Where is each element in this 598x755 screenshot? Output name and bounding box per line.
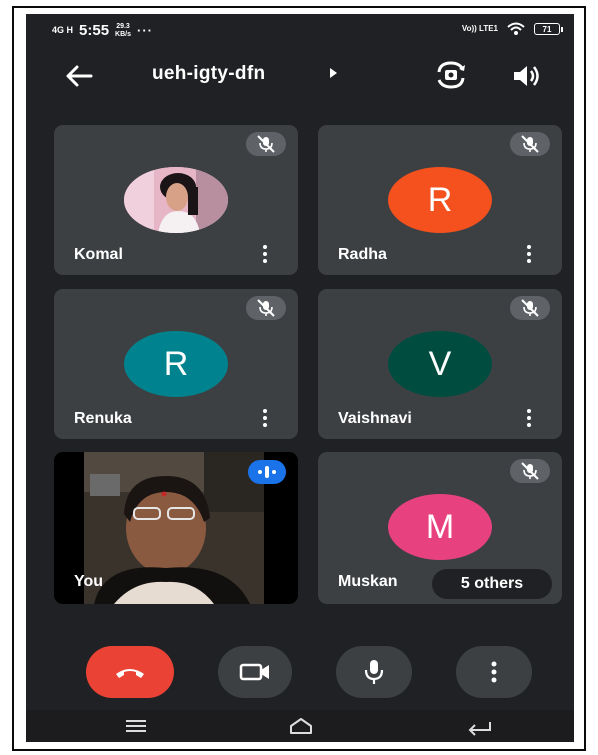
avatar-initial: R [124, 331, 228, 397]
meeting-code[interactable]: ueh-igty-dfn [152, 63, 265, 85]
participant-tile-komal[interactable]: Komal [54, 125, 298, 275]
more-options-button[interactable] [456, 646, 532, 698]
more-vert-icon [491, 661, 497, 683]
mic-off-icon [257, 135, 275, 153]
avatar-initial: V [388, 331, 492, 397]
mic-off-badge [246, 132, 286, 156]
camera-toggle-button[interactable] [218, 646, 292, 698]
more-notifications-icon: ··· [137, 23, 153, 38]
participant-tile-radha[interactable]: R Radha [318, 125, 562, 275]
back-arrow-icon[interactable] [64, 62, 94, 90]
participant-tile-muskan[interactable]: M Muskan 5 others [318, 452, 562, 604]
back-nav-icon[interactable] [466, 716, 494, 736]
participant-name: Komal [74, 246, 123, 263]
participant-name: You [74, 573, 104, 590]
participant-tile-vaishnavi[interactable]: V Vaishnavi [318, 289, 562, 439]
speaking-indicator [248, 460, 286, 484]
speaker-icon[interactable] [510, 62, 542, 90]
participant-tile-renuka[interactable]: R Renuka [54, 289, 298, 439]
mic-off-icon [521, 462, 539, 480]
videocam-icon [239, 663, 269, 681]
more-vert-icon[interactable] [260, 243, 270, 267]
avatar-photo [124, 167, 228, 233]
avatar-initial: M [388, 494, 492, 560]
volte-indicator: Vo)) LTE1 [461, 24, 498, 33]
mic-off-badge [510, 459, 550, 483]
mic-icon [364, 660, 384, 684]
mic-off-icon [521, 135, 539, 153]
participant-name: Muskan [338, 573, 398, 590]
mic-off-icon [257, 299, 275, 317]
mic-toggle-button[interactable] [336, 646, 412, 698]
others-chip[interactable]: 5 others [432, 569, 552, 599]
participant-name: Renuka [74, 410, 132, 427]
meeting-header: ueh-igty-dfn [26, 56, 574, 96]
call-controls [26, 646, 574, 706]
mic-off-badge [246, 296, 286, 320]
clock: 5:55 [79, 22, 110, 39]
more-vert-icon[interactable] [524, 407, 534, 431]
participant-name: Vaishnavi [338, 410, 412, 427]
mic-off-badge [510, 296, 550, 320]
more-vert-icon[interactable] [260, 407, 270, 431]
system-nav-bar [26, 710, 574, 742]
call-end-icon [116, 669, 144, 678]
camera-switch-icon[interactable] [434, 60, 468, 90]
end-call-button[interactable] [86, 646, 174, 698]
mic-off-badge [510, 132, 550, 156]
wifi-icon [507, 22, 525, 35]
battery-icon: 71 [534, 23, 563, 35]
self-video-tile[interactable]: You [54, 452, 298, 604]
phone-screen: 4G H 5:55 29.3 KB/s ··· Vo)) LTE1 71 ueh… [26, 14, 574, 742]
meeting-details-caret-icon[interactable] [330, 68, 337, 78]
audio-level-icon [258, 466, 276, 478]
network-indicator: 4G H [52, 25, 74, 35]
network-speed: 29.3 KB/s [115, 22, 131, 38]
avatar-initial: R [388, 167, 492, 233]
menu-icon[interactable] [124, 716, 148, 736]
participant-name: Radha [338, 246, 387, 263]
more-vert-icon[interactable] [524, 243, 534, 267]
mic-off-icon [521, 299, 539, 317]
home-icon[interactable] [288, 716, 314, 736]
status-bar: 4G H 5:55 29.3 KB/s ··· Vo)) LTE1 71 [26, 14, 574, 48]
